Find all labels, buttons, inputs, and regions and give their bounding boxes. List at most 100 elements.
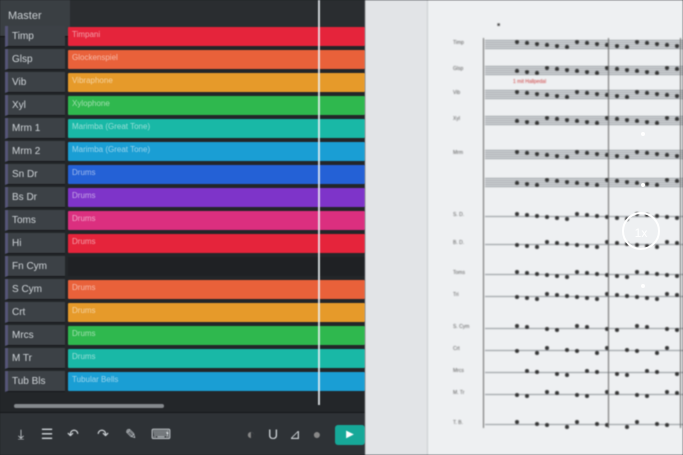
track-name[interactable]: Mrm 2 [5,141,65,162]
track-name[interactable]: Xyl [5,95,65,116]
track-clip[interactable]: Xylophone [68,96,365,115]
note [525,271,529,275]
track-row[interactable]: Toms Drums [0,210,365,232]
track-clip[interactable]: Glockenspiel [68,50,365,69]
track-name[interactable]: Bs Dr [5,187,65,208]
note [535,272,539,276]
track-row[interactable]: Crt Drums [0,302,365,324]
note [675,154,679,158]
note [545,390,549,394]
note [635,295,639,299]
staff [485,150,683,159]
track-row[interactable]: Hi Drums [0,233,365,255]
note [655,71,659,75]
track-row[interactable]: Mrm 2 Marimba (Great Tone) [0,141,365,163]
track-row[interactable]: Xyl Xylophone [0,95,365,117]
note [655,92,659,96]
note [585,213,589,217]
play-button[interactable]: ▶ [335,425,365,445]
staff-label: S. Cym [453,324,470,330]
track-clip[interactable]: Marimba (Great Tone) [68,119,365,138]
headphones-icon[interactable]: ◐ [240,423,262,445]
track-row[interactable]: Bs Dr Drums [0,187,365,209]
clip-label: Tubular Bells [72,375,119,384]
playhead[interactable] [318,0,320,405]
track-row[interactable]: Sn Dr Drums [0,164,365,186]
note [595,370,599,374]
track-name[interactable]: M Tr [5,348,65,369]
note [615,179,619,183]
download-icon[interactable]: ⤓ [10,423,32,445]
metronome-icon[interactable]: ⊿ [284,423,306,445]
track-name[interactable]: Timp [5,26,65,47]
track-clip[interactable]: Drums [68,280,365,299]
track-name[interactable]: Hi [5,233,65,254]
staff-label: Mrcs [453,368,464,374]
note [565,425,569,429]
track-row[interactable]: Tub Bls Tubular Bells [0,371,365,393]
track-clip[interactable]: Marimba (Great Tone) [68,142,365,161]
note [635,349,639,353]
clip-label: Drums [72,352,96,361]
note [525,120,529,124]
keyboard-icon[interactable]: ⌨ [150,423,172,445]
note [655,245,659,249]
track-name[interactable]: Vib [5,72,65,93]
track-clip[interactable]: Timpani [68,27,365,46]
track-clip[interactable]: Vibraphone [68,73,365,92]
track-clip[interactable]: Drums [68,165,365,184]
zoom-indicator[interactable]: 1x [622,212,660,250]
track-name[interactable]: Fn Cym [5,256,65,277]
note [665,93,669,97]
page-dot [641,132,645,136]
note [635,69,639,73]
redo-icon[interactable]: ↷ [92,423,114,445]
track-row[interactable]: Mrm 1 Marimba (Great Tone) [0,118,365,140]
track-clip[interactable]: Drums [68,234,365,253]
track-row[interactable]: Glsp Glockenspiel [0,49,365,71]
staff-label: Xyl [453,116,460,122]
track-name[interactable]: Mrcs [5,325,65,346]
note [585,369,589,373]
track-clip[interactable]: Drums [68,349,365,368]
track-name[interactable]: Crt [5,302,65,323]
magnet-icon[interactable]: U [262,423,284,445]
note [615,391,619,395]
track-row[interactable]: Mrcs Drums [0,325,365,347]
track-name[interactable]: Glsp [5,49,65,70]
track-row[interactable]: Timp Timpani [0,26,365,48]
note [515,212,519,216]
track-clip[interactable]: Drums [68,303,365,322]
track-row[interactable]: M Tr Drums [0,348,365,370]
track-name[interactable]: Toms [5,210,65,231]
clip-label: Drums [72,237,96,246]
note [625,45,629,49]
track-name[interactable]: Mrm 1 [5,118,65,139]
track-row[interactable]: S Cym Drums [0,279,365,301]
note [675,67,679,71]
track-clip[interactable]: Drums [68,188,365,207]
note [645,369,649,373]
record-icon[interactable]: ● [306,423,328,445]
note [555,216,559,220]
note [565,275,569,279]
track-clip[interactable] [68,257,365,276]
note [565,294,569,298]
track-name[interactable]: S Cym [5,279,65,300]
menu-icon[interactable]: ☰ [36,423,58,445]
note [595,297,599,301]
clip-label: Vibraphone [72,76,113,85]
note [545,292,549,296]
track-clip[interactable]: Tubular Bells [68,372,365,391]
track-clip[interactable]: Drums [68,326,365,345]
note [515,393,519,397]
track-row[interactable]: Vib Vibraphone [0,72,365,94]
wrench-icon[interactable]: ✎ [120,423,142,445]
track-row[interactable]: Fn Cym [0,256,365,278]
track-name[interactable]: Sn Dr [5,164,65,185]
track-clip[interactable]: Drums [68,211,365,230]
undo-icon[interactable]: ↶ [62,423,84,445]
track-name[interactable]: Tub Bls [5,371,65,392]
note [585,41,589,45]
horizontal-scrollbar[interactable] [14,404,164,408]
